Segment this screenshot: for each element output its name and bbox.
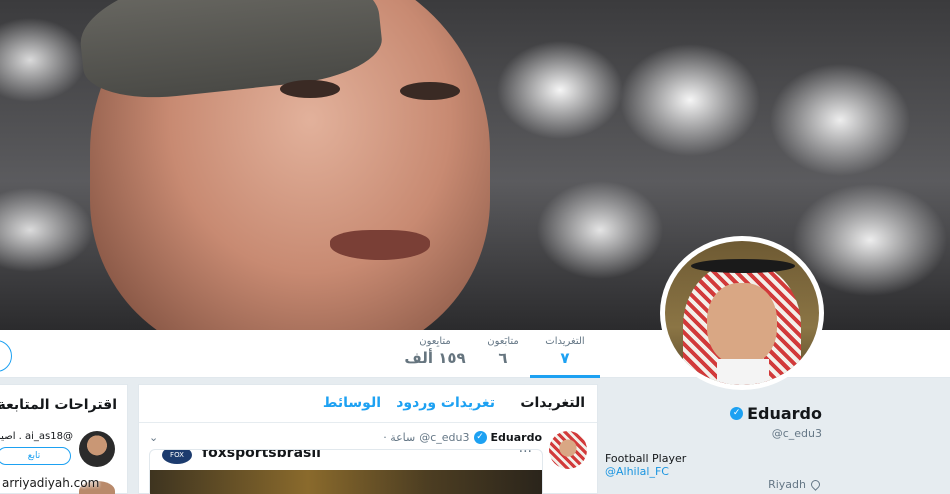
stat-followers-value: ١٥٩ ألف [404,349,466,367]
fox-sports-logo: FOX [162,450,192,464]
timeline-card: التغريدات تغريدات وردود الوسائط · ساعة @… [138,384,598,494]
profile-bio-link[interactable]: @Alhilal_FC [605,465,669,478]
twitter-profile-page: التغريدات ٧ متابَعون ٦ متابِعون ١٥٩ ألف … [0,0,950,494]
timeline-tabs: التغريدات تغريدات وردود الوسائط [139,385,597,423]
follow-button[interactable]: تابع [0,447,71,465]
avatar-agal [691,259,795,273]
tab-tweets-replies[interactable]: تغريدات وردود [396,395,495,411]
location-pin-icon [809,478,822,491]
embedded-tweet[interactable]: FOX foxsportsbrasil ··· [149,449,543,494]
embed-image [150,470,542,494]
tab-tweets[interactable]: التغريدات [520,395,585,411]
banner-eye-right [400,82,460,100]
profile-info: ✓ Eduardo @c_edu3 Football Player @Alhil… [605,392,950,494]
suggestion-avatar[interactable] [79,431,115,467]
avatar-thobe [717,359,769,385]
stat-tweets-label: التغريدات [545,336,585,347]
profile-name[interactable]: ✓ Eduardo [730,404,822,423]
avatar-face [707,283,777,365]
suggestions-title: اقتراحات المتابعة [0,397,117,413]
verified-badge-icon: ✓ [730,407,744,420]
tab-media[interactable]: الوسائط [323,395,381,411]
stat-following-label: متابَعون [487,336,519,347]
tweet-header: · ساعة @c_edu3 ✓ Eduardo [383,431,542,444]
tweet-avatar[interactable] [549,431,587,469]
more-icon[interactable]: ··· [519,450,532,460]
tweet-author-name[interactable]: Eduardo [491,431,543,444]
tweet-time[interactable]: · ساعة [383,431,415,444]
profile-bio-text: Football Player [605,452,687,465]
watermark-text: arriyadiyah.com [2,476,100,490]
profile-handle: @c_edu3 [771,427,822,440]
tweet-verified-badge-icon: ✓ [473,431,487,444]
profile-avatar[interactable] [660,236,824,390]
avatar-photo [665,241,819,385]
suggestion-name[interactable]: اصيل . ai_as18@ [0,431,73,442]
stat-followers-label: متابِعون [419,336,451,347]
profile-location: Riyadh [768,478,822,491]
embed-author-name: foxsportsbrasil [202,449,321,461]
profile-name-text: Eduardo [747,404,822,423]
stat-tweets-value: ٧ [560,349,570,367]
stat-following[interactable]: متابَعون ٦ [468,336,538,367]
tweet-item[interactable]: · ساعة @c_edu3 ✓ Eduardo ⌄ FOX foxsports… [139,423,597,494]
banner-eye-left [280,80,340,98]
chevron-down-icon[interactable]: ⌄ [149,431,158,444]
stat-followers[interactable]: متابِعون ١٥٩ ألف [400,336,470,367]
stat-following-value: ٦ [498,349,508,367]
stat-tweets[interactable]: التغريدات ٧ [530,336,600,378]
tweet-handle: @c_edu3 [419,431,470,444]
banner-mouth [330,230,430,260]
profile-bio: Football Player @Alhilal_FC [605,452,750,478]
location-text: Riyadh [768,478,806,491]
